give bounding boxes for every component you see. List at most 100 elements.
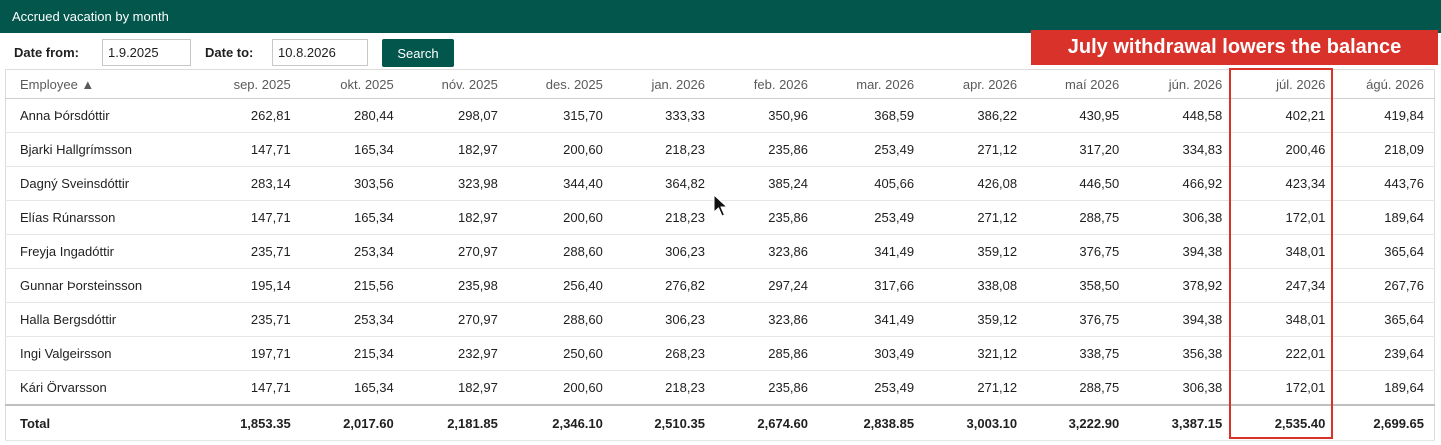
- column-header-month[interactable]: nóv. 2025: [403, 69, 508, 99]
- value-cell: 303,49: [818, 336, 925, 371]
- vacation-table: Employee ▲ sep. 2025 okt. 2025 nóv. 2025 de…: [5, 69, 1435, 441]
- value-cell: 200,60: [507, 370, 613, 406]
- value-cell: 334,83: [1129, 132, 1233, 167]
- column-header-month[interactable]: júl. 2026: [1232, 69, 1336, 99]
- column-header-month[interactable]: maí 2026: [1027, 69, 1130, 99]
- total-value-cell: 2,181.85: [403, 404, 508, 441]
- value-cell: 200,60: [507, 132, 613, 167]
- value-cell: 247,34: [1232, 268, 1336, 303]
- value-cell: 306,38: [1129, 200, 1233, 235]
- column-header-month[interactable]: des. 2025: [507, 69, 613, 99]
- column-header-month[interactable]: jan. 2026: [612, 69, 715, 99]
- total-row: Total 1,853.35 2,017.60 2,181.85 2,346.10 2,5…: [5, 404, 1435, 441]
- table-row[interactable]: Ingi Valgeirsson 197,71 215,34 232,97 250,60…: [5, 336, 1435, 371]
- value-cell: 350,96: [714, 98, 818, 133]
- column-header-month[interactable]: jún. 2026: [1129, 69, 1233, 99]
- table-header-row: Employee ▲ sep. 2025 okt. 2025 nóv. 2025 de…: [5, 69, 1435, 99]
- column-header-month[interactable]: okt. 2025: [300, 69, 404, 99]
- value-cell: 253,49: [818, 200, 925, 235]
- value-cell: 235,71: [197, 302, 301, 337]
- value-cell: 321,12: [924, 336, 1028, 371]
- value-cell: 189,64: [1335, 370, 1435, 406]
- value-cell: 253,49: [818, 370, 925, 406]
- value-cell: 235,86: [714, 200, 818, 235]
- value-cell: 218,23: [612, 200, 715, 235]
- value-cell: 218,23: [612, 370, 715, 406]
- value-cell: 268,23: [612, 336, 715, 371]
- value-cell: 443,76: [1335, 166, 1435, 201]
- value-cell: 288,60: [507, 234, 613, 269]
- value-cell: 235,98: [403, 268, 508, 303]
- value-cell: 306,38: [1129, 370, 1233, 406]
- column-header-month[interactable]: sep. 2025: [197, 69, 301, 99]
- value-cell: 338,08: [924, 268, 1028, 303]
- value-cell: 262,81: [197, 98, 301, 133]
- value-cell: 182,97: [403, 370, 508, 406]
- value-cell: 271,12: [924, 370, 1028, 406]
- value-cell: 419,84: [1335, 98, 1435, 133]
- total-value-cell: 2,535.40: [1232, 404, 1336, 441]
- date-from-input[interactable]: [102, 39, 191, 66]
- column-header-month[interactable]: apr. 2026: [924, 69, 1028, 99]
- table-row[interactable]: Gunnar Þorsteinsson 195,14 215,56 235,98 256…: [5, 268, 1435, 303]
- value-cell: 271,12: [924, 200, 1028, 235]
- table-row[interactable]: Kári Örvarsson 147,71 165,34 182,97 200,60 21…: [5, 370, 1435, 406]
- value-cell: 323,86: [714, 302, 818, 337]
- value-cell: 232,97: [403, 336, 508, 371]
- value-cell: 195,14: [197, 268, 301, 303]
- value-cell: 253,34: [300, 302, 404, 337]
- value-cell: 222,01: [1232, 336, 1336, 371]
- column-header-month[interactable]: ágú. 2026: [1335, 69, 1435, 99]
- column-header-month[interactable]: feb. 2026: [714, 69, 818, 99]
- employee-name-cell: Gunnar Þorsteinsson: [5, 268, 198, 303]
- annotation-callout: July withdrawal lowers the balance: [1031, 30, 1438, 65]
- total-value-cell: 2,838.85: [818, 404, 925, 441]
- value-cell: 317,20: [1027, 132, 1130, 167]
- search-button[interactable]: Search: [382, 39, 454, 67]
- value-cell: 315,70: [507, 98, 613, 133]
- column-header-month[interactable]: mar. 2026: [818, 69, 925, 99]
- employee-name-cell: Ingi Valgeirsson: [5, 336, 198, 371]
- value-cell: 285,86: [714, 336, 818, 371]
- value-cell: 288,75: [1027, 200, 1130, 235]
- value-cell: 385,24: [714, 166, 818, 201]
- table-row[interactable]: Halla Bergsdóttir 235,71 253,34 270,97 288,6…: [5, 302, 1435, 337]
- table-body: Anna Þórsdóttir 262,81 280,44 298,07 315,70 3…: [5, 98, 1435, 441]
- value-cell: 218,23: [612, 132, 715, 167]
- value-cell: 317,66: [818, 268, 925, 303]
- table-row[interactable]: Freyja Ingadóttir 235,71 253,34 270,97 288,6…: [5, 234, 1435, 269]
- value-cell: 235,86: [714, 370, 818, 406]
- employee-name-cell: Bjarki Hallgrímsson: [5, 132, 198, 167]
- value-cell: 256,40: [507, 268, 613, 303]
- value-cell: 306,23: [612, 234, 715, 269]
- value-cell: 376,75: [1027, 234, 1130, 269]
- value-cell: 341,49: [818, 302, 925, 337]
- value-cell: 288,75: [1027, 370, 1130, 406]
- table-row[interactable]: Bjarki Hallgrímsson 147,71 165,34 182,97 200…: [5, 132, 1435, 167]
- page-title: Accrued vacation by month: [12, 9, 169, 24]
- value-cell: 147,71: [197, 370, 301, 406]
- total-value-cell: 2,674.60: [714, 404, 818, 441]
- total-value-cell: 3,003.10: [924, 404, 1028, 441]
- value-cell: 303,56: [300, 166, 404, 201]
- total-label: Total: [5, 404, 198, 441]
- value-cell: 359,12: [924, 234, 1028, 269]
- value-cell: 200,46: [1232, 132, 1336, 167]
- date-to-input[interactable]: [272, 39, 368, 66]
- value-cell: 402,21: [1232, 98, 1336, 133]
- table-row[interactable]: Anna Þórsdóttir 262,81 280,44 298,07 315,70 3…: [5, 98, 1435, 133]
- value-cell: 215,56: [300, 268, 404, 303]
- total-value-cell: 2,510.35: [612, 404, 715, 441]
- value-cell: 276,82: [612, 268, 715, 303]
- value-cell: 235,86: [714, 132, 818, 167]
- value-cell: 448,58: [1129, 98, 1233, 133]
- value-cell: 323,98: [403, 166, 508, 201]
- value-cell: 253,34: [300, 234, 404, 269]
- value-cell: 270,97: [403, 234, 508, 269]
- value-cell: 297,24: [714, 268, 818, 303]
- value-cell: 386,22: [924, 98, 1028, 133]
- value-cell: 338,75: [1027, 336, 1130, 371]
- value-cell: 172,01: [1232, 200, 1336, 235]
- value-cell: 368,59: [818, 98, 925, 133]
- column-header-employee[interactable]: Employee ▲: [5, 69, 198, 99]
